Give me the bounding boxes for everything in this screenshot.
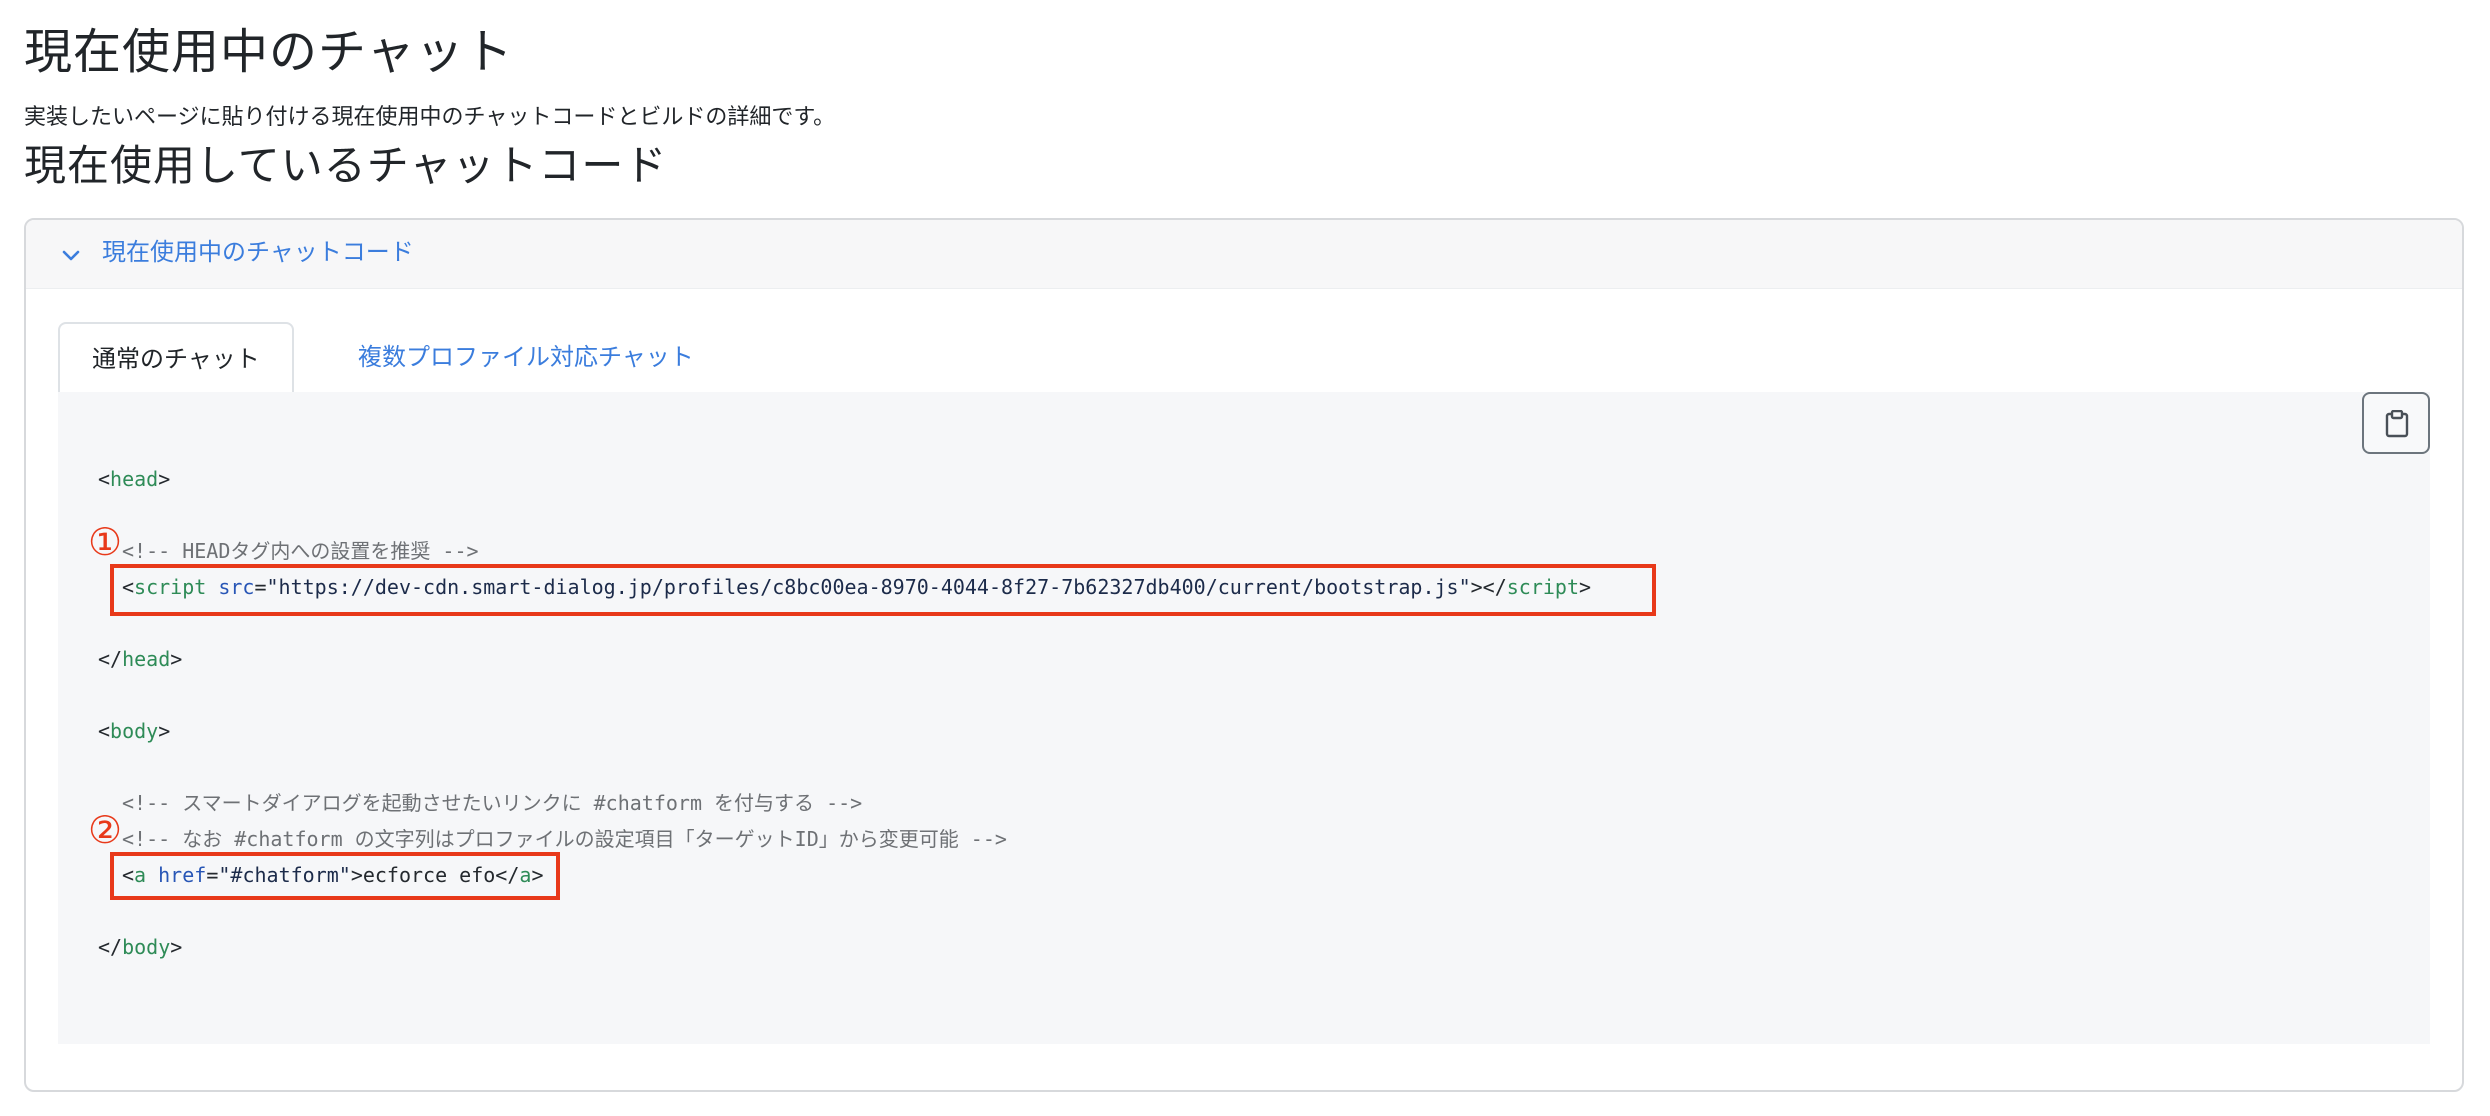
code-line-head-open: <head> — [98, 464, 170, 494]
code-punct: > — [170, 647, 183, 671]
annotation-mark-1: ① — [88, 520, 123, 564]
code-punct: > — [170, 935, 183, 959]
copy-button[interactable] — [2362, 392, 2430, 454]
code-punct: > — [158, 467, 171, 491]
annotation-box-anchor — [110, 852, 560, 900]
chevron-down-icon — [62, 250, 80, 261]
code-line-head-close: </head> — [98, 644, 182, 674]
code-line-body-open: <body> — [98, 716, 170, 746]
code-block: <head> <!-- HEADタグ内への設置を推奨 --> <script s… — [58, 392, 2430, 1044]
page-title: 現在使用中のチャット — [24, 24, 514, 80]
code-tag: body — [110, 719, 159, 743]
tab-bar: 通常のチャット 複数プロファイル対応チャット — [58, 322, 2430, 394]
code-punct: < — [98, 467, 111, 491]
accordion-label: 現在使用中のチャットコード — [102, 238, 414, 266]
code-line-body-close: </body> — [98, 932, 182, 962]
code-punct: </ — [98, 647, 123, 671]
section-title: 現在使用しているチャットコード — [24, 141, 668, 190]
code-punct: </ — [98, 935, 123, 959]
code-comment-head: <!-- HEADタグ内への設置を推奨 --> — [122, 539, 479, 563]
code-tag: head — [122, 647, 171, 671]
code-punct: > — [158, 719, 171, 743]
tab-multi-profile-chat[interactable]: 複数プロファイル対応チャット — [326, 322, 726, 392]
code-tag: head — [110, 467, 159, 491]
code-comment-body-2: <!-- なお #chatform の文字列はプロファイルの設定項目「ターゲット… — [122, 827, 1007, 851]
accordion-header[interactable]: 現在使用中のチャットコード — [26, 220, 2462, 289]
code-punct: < — [98, 719, 111, 743]
code-comment-body-1: <!-- スマートダイアログを起動させたいリンクに #chatform を付与す… — [122, 791, 863, 815]
tab-standard-chat[interactable]: 通常のチャット — [58, 322, 294, 394]
chat-code-card: 現在使用中のチャットコード 通常のチャット 複数プロファイル対応チャット <he… — [24, 218, 2464, 1092]
clipboard-icon — [2385, 410, 2409, 438]
page-description: 実装したいページに貼り付ける現在使用中のチャットコードとビルドの詳細です。 — [24, 105, 836, 130]
annotation-box-script — [110, 564, 1656, 616]
code-tag: body — [122, 935, 171, 959]
annotation-mark-2: ② — [88, 808, 123, 852]
